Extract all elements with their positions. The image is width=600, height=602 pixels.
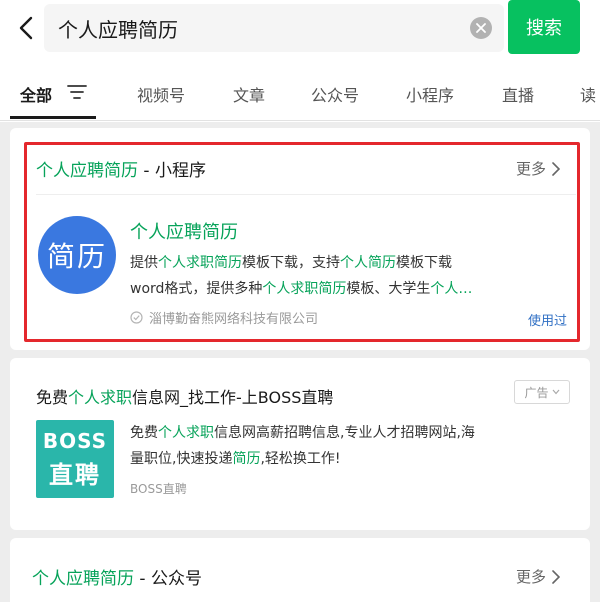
- ad-brand-name: BOSS直聘: [130, 482, 187, 496]
- mini-program-more-button[interactable]: 更多: [516, 158, 561, 179]
- close-icon: [476, 23, 486, 33]
- ad-badge[interactable]: 广告: [514, 380, 570, 404]
- filter-icon[interactable]: [66, 84, 88, 100]
- search-button[interactable]: 搜索: [508, 0, 580, 54]
- official-account-more-button[interactable]: 更多: [516, 566, 561, 587]
- search-query: 个人应聘简历: [58, 17, 178, 42]
- tab-articles[interactable]: 文章: [233, 82, 265, 106]
- chevron-left-icon: [19, 16, 33, 40]
- mini-program-section-title: 个人应聘简历 - 小程序: [36, 161, 206, 181]
- ad-title[interactable]: 免费个人求职信息网_找工作-上BOSS直聘: [36, 384, 333, 408]
- boss-logo[interactable]: BOSS 直聘: [36, 420, 114, 498]
- chevron-right-icon: [552, 161, 561, 176]
- tab-channels[interactable]: 视频号: [137, 82, 185, 106]
- chevron-down-icon: [552, 389, 559, 395]
- tab-live[interactable]: 直播: [502, 82, 534, 106]
- back-button[interactable]: [12, 10, 40, 46]
- mini-program-provider: 淄博勤奋熊网络科技有限公司: [130, 308, 318, 327]
- chevron-right-icon: [552, 569, 561, 584]
- clear-search-button[interactable]: [470, 17, 492, 39]
- tab-all[interactable]: 全部: [20, 82, 52, 106]
- search-input[interactable]: 个人应聘简历: [44, 4, 504, 52]
- filter-tabs: 全部 视频号 文章 公众号 小程序 直播 读: [0, 64, 600, 120]
- verified-icon: [130, 311, 143, 324]
- used-badge: 使用过: [528, 314, 568, 329]
- ad-description: 免费个人求职信息网高薪招聘信息,专业人才招聘网站,海 量职位,快速投递简历,轻松…: [130, 425, 475, 467]
- search-header: 个人应聘简历 搜索 全部 视频号 文章 公众号 小程序 直播 读: [0, 0, 600, 122]
- mini-program-name[interactable]: 个人应聘简历: [130, 218, 238, 244]
- tab-mini-programs[interactable]: 小程序: [406, 82, 454, 106]
- mini-program-logo[interactable]: 简历: [38, 216, 116, 294]
- tab-official-accounts[interactable]: 公众号: [311, 82, 359, 106]
- mini-program-description: 提供个人求职简历模板下载，支持个人简历模板下载 word格式，提供多种个人求职简…: [130, 255, 473, 297]
- section-separator: [36, 194, 576, 195]
- official-account-section-title: 个人应聘简历 - 公众号: [32, 569, 202, 589]
- active-tab-indicator: [10, 116, 96, 119]
- header-divider: [0, 120, 600, 121]
- tab-reading[interactable]: 读: [580, 82, 596, 106]
